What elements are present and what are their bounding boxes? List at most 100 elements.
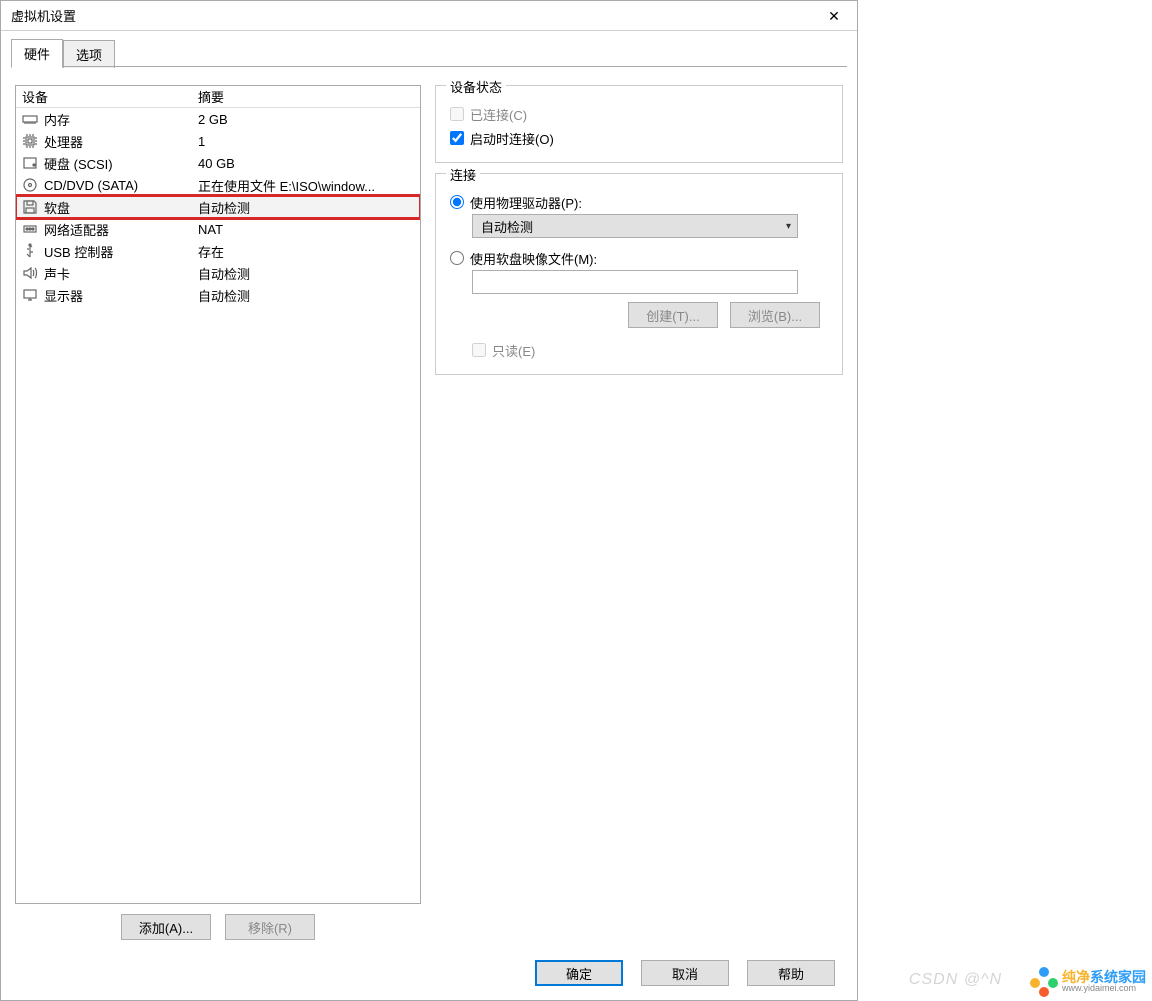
hardware-row[interactable]: USB 控制器 存在: [16, 240, 420, 262]
device-summary: 40 GB: [198, 156, 414, 171]
close-icon: ✕: [828, 9, 840, 23]
chevron-down-icon: ▾: [786, 221, 791, 232]
device-cell: 软盘: [22, 198, 198, 217]
right-panel: 设备状态 已连接(C) 启动时连接(O) 连接 使用物理驱动器(P):: [435, 85, 843, 946]
network-icon: [22, 221, 38, 237]
device-status-legend: 设备状态: [446, 77, 506, 96]
hardware-row[interactable]: 声卡 自动检测: [16, 262, 420, 284]
device-name: CD/DVD (SATA): [44, 178, 138, 193]
device-name: 软盘: [44, 198, 70, 217]
hdd-icon: [22, 155, 38, 171]
connected-row: 已连接(C): [450, 102, 828, 126]
titlebar: 虚拟机设置 ✕: [1, 1, 857, 31]
device-name: 内存: [44, 110, 70, 129]
watermark-csdn: CSDN @^N: [909, 971, 1002, 989]
connection-legend: 连接: [446, 165, 480, 184]
read-only-row: 只读(E): [472, 338, 828, 362]
watermark-brand: 纯净系统家园 www.yidaimei.com: [1030, 967, 1146, 995]
hardware-rows: 内存 2 GB 处理器 1 硬盘 (SCSI) 40 GB CD/DVD (SATA) 正在使…: [16, 108, 420, 306]
brand-logo-icon: [1030, 967, 1058, 995]
tab-options[interactable]: 选项: [63, 40, 115, 68]
device-cell: 内存: [22, 110, 198, 129]
vm-settings-dialog: 虚拟机设置 ✕ 硬件 选项 设备 摘要 内存 2 GB 处理器 1 硬盘 (SCSI) 4…: [0, 0, 858, 1001]
device-summary: 自动检测: [198, 286, 414, 305]
use-physical-label: 使用物理驱动器(P):: [470, 193, 582, 212]
use-image-row: 使用软盘映像文件(M):: [450, 246, 828, 270]
device-summary: 1: [198, 134, 414, 149]
hardware-buttons: 添加(A)... 移除(R): [15, 904, 421, 946]
hardware-list-header: 设备 摘要: [16, 86, 420, 108]
connected-checkbox[interactable]: [450, 107, 464, 121]
dialog-body: 设备 摘要 内存 2 GB 处理器 1 硬盘 (SCSI) 40 GB CD/DVD (SA…: [1, 67, 857, 950]
add-button[interactable]: 添加(A)...: [121, 914, 211, 940]
memory-icon: [22, 111, 38, 127]
device-name: 硬盘 (SCSI): [44, 154, 113, 173]
tab-strip: 硬件 选项: [1, 31, 857, 67]
device-summary: 自动检测: [198, 198, 414, 217]
use-image-radio[interactable]: [450, 251, 464, 265]
create-button[interactable]: 创建(T)...: [628, 302, 718, 328]
hardware-list: 设备 摘要 内存 2 GB 处理器 1 硬盘 (SCSI) 40 GB CD/DVD (SA…: [15, 85, 421, 904]
device-summary: 自动检测: [198, 264, 414, 283]
device-cell: 网络适配器: [22, 220, 198, 239]
device-cell: CD/DVD (SATA): [22, 177, 198, 193]
left-panel: 设备 摘要 内存 2 GB 处理器 1 硬盘 (SCSI) 40 GB CD/DVD (SA…: [15, 85, 421, 946]
floppy-icon: [22, 199, 38, 215]
device-summary: 正在使用文件 E:\ISO\window...: [198, 176, 414, 195]
device-summary: 存在: [198, 242, 414, 261]
hardware-row[interactable]: CD/DVD (SATA) 正在使用文件 E:\ISO\window...: [16, 174, 420, 196]
brand-name: 纯净系统家园: [1062, 970, 1146, 984]
brand-name-a: 纯净: [1062, 969, 1090, 985]
connection-group: 连接 使用物理驱动器(P): 自动检测 ▾ 使用软盘映像文件(M):: [435, 173, 843, 375]
hardware-row[interactable]: 显示器 自动检测: [16, 284, 420, 306]
use-physical-radio[interactable]: [450, 195, 464, 209]
read-only-checkbox[interactable]: [472, 343, 486, 357]
browse-button[interactable]: 浏览(B)...: [730, 302, 820, 328]
image-path-input[interactable]: [472, 270, 798, 294]
physical-drive-value: 自动检测: [481, 217, 533, 236]
close-button[interactable]: ✕: [811, 1, 857, 31]
col-header-device: 设备: [22, 87, 198, 106]
device-cell: 处理器: [22, 132, 198, 151]
device-status-group: 设备状态 已连接(C) 启动时连接(O): [435, 85, 843, 163]
col-header-summary: 摘要: [198, 87, 414, 106]
usb-icon: [22, 243, 38, 259]
sound-icon: [22, 265, 38, 281]
remove-button[interactable]: 移除(R): [225, 914, 315, 940]
physical-drive-select[interactable]: 自动检测 ▾: [472, 214, 798, 238]
connected-label: 已连接(C): [470, 105, 527, 124]
hardware-row[interactable]: 软盘 自动检测: [16, 196, 420, 218]
physical-drive-wrap: 自动检测 ▾: [472, 214, 828, 238]
device-name: 处理器: [44, 132, 83, 151]
hardware-row[interactable]: 处理器 1: [16, 130, 420, 152]
device-cell: 硬盘 (SCSI): [22, 154, 198, 173]
dialog-footer: 确定 取消 帮助: [1, 950, 857, 1000]
brand-url: www.yidaimei.com: [1062, 984, 1146, 993]
connect-at-poweron-checkbox[interactable]: [450, 131, 464, 145]
tab-underline: [11, 66, 847, 67]
brand-name-b: 系统家园: [1090, 969, 1146, 985]
read-only-label: 只读(E): [492, 341, 535, 360]
hardware-row[interactable]: 硬盘 (SCSI) 40 GB: [16, 152, 420, 174]
cancel-button[interactable]: 取消: [641, 960, 729, 986]
connect-at-poweron-label: 启动时连接(O): [470, 129, 554, 148]
window-title: 虚拟机设置: [11, 6, 76, 25]
tab-hardware[interactable]: 硬件: [11, 39, 63, 68]
device-name: 显示器: [44, 286, 83, 305]
help-button[interactable]: 帮助: [747, 960, 835, 986]
use-physical-row: 使用物理驱动器(P):: [450, 190, 828, 214]
hardware-row[interactable]: 内存 2 GB: [16, 108, 420, 130]
brand-text: 纯净系统家园 www.yidaimei.com: [1062, 970, 1146, 993]
device-name: 声卡: [44, 264, 70, 283]
display-icon: [22, 287, 38, 303]
use-image-label: 使用软盘映像文件(M):: [470, 249, 597, 268]
device-summary: NAT: [198, 222, 414, 237]
disc-icon: [22, 177, 38, 193]
device-cell: 声卡: [22, 264, 198, 283]
device-cell: 显示器: [22, 286, 198, 305]
image-buttons: 创建(T)... 浏览(B)...: [472, 302, 820, 328]
hardware-row[interactable]: 网络适配器NAT: [16, 218, 420, 240]
ok-button[interactable]: 确定: [535, 960, 623, 986]
device-summary: 2 GB: [198, 112, 414, 127]
device-name: USB 控制器: [44, 242, 113, 261]
